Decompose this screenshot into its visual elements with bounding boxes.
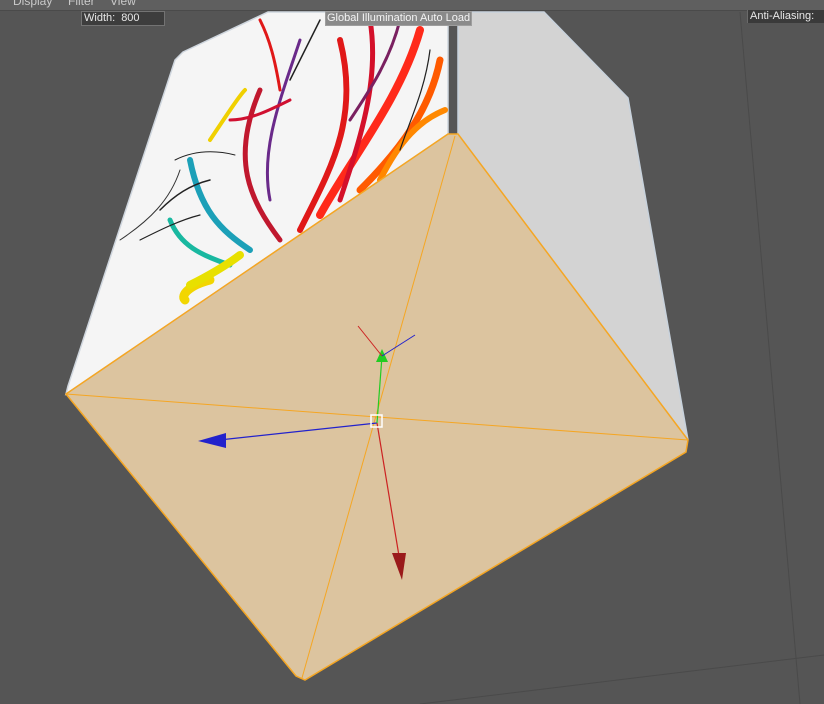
anti-aliasing-field[interactable]: Anti-Aliasing: <box>747 10 824 23</box>
menu-bar: Display Filter View <box>0 0 824 11</box>
render-width-value[interactable]: 800 <box>121 12 139 24</box>
menu-view[interactable]: View <box>110 0 136 8</box>
3d-viewport[interactable] <box>0 0 824 704</box>
menu-filter[interactable]: Filter <box>68 0 95 8</box>
global-illumination-toggle[interactable]: Global Illumination Auto Load <box>325 11 473 26</box>
menu-display[interactable]: Display <box>13 0 52 8</box>
render-width-label: Width: <box>84 12 116 24</box>
render-width-field[interactable]: Width: 800 <box>81 11 165 26</box>
